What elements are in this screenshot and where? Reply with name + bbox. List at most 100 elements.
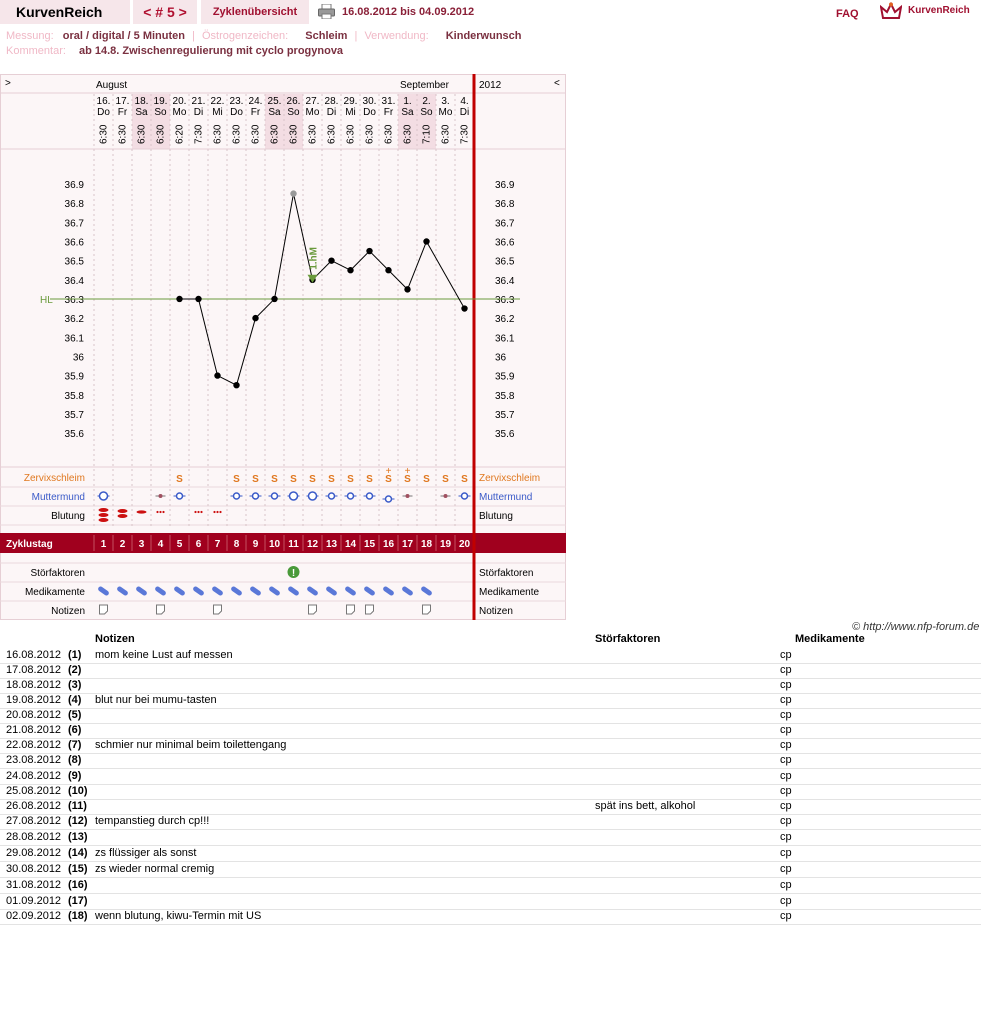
weekday: Mo (439, 107, 453, 118)
measure-time: 6:20 (175, 124, 186, 144)
meta-line-1: Messung: oral / digital / 5 Minuten | Ös… (6, 30, 522, 42)
mumu-open (460, 492, 469, 500)
verwendung-label: Verwendung: (364, 30, 429, 42)
row-medi: cp (780, 895, 792, 907)
zervix-plus: + (405, 466, 411, 477)
row-date: 28.08.2012 (6, 831, 62, 843)
year-label: 2012 (479, 80, 502, 91)
row-medi: cp (780, 800, 792, 812)
table-row: 18.08.2012 (3) cp (0, 678, 981, 694)
row-number: (14) (68, 847, 88, 859)
row-date: 21.08.2012 (6, 724, 62, 736)
weekday: Do (363, 107, 376, 118)
faq-link[interactable]: FAQ (836, 8, 859, 20)
cycle-overview-link[interactable]: Zyklenübersicht (201, 0, 309, 24)
row-number: (10) (68, 785, 88, 797)
zyklustag-number: 10 (269, 539, 281, 550)
zyklustag-number: 13 (326, 539, 338, 550)
weekday: Di (327, 107, 336, 118)
y-tick-right: 36.1 (495, 333, 515, 344)
y-tick-right: 36.3 (495, 295, 515, 306)
row-number: (13) (68, 831, 88, 843)
y-tick-left: 35.7 (65, 410, 85, 421)
medi-label-left: Medikamente (25, 587, 85, 598)
day-number: 17. (116, 96, 130, 107)
table-row: 31.08.2012 (16) cp (0, 878, 981, 894)
y-tick-left: 36.5 (65, 257, 85, 268)
row-note: mom keine Lust auf messen (95, 649, 233, 661)
row-medi: cp (780, 754, 792, 766)
y-tick-left: 36.3 (65, 295, 85, 306)
weekday: Sa (135, 107, 148, 118)
day-number: 27. (306, 96, 320, 107)
day-number: 26. (287, 96, 301, 107)
brand-tab[interactable]: KurvenReich (0, 0, 130, 24)
cycle-nav[interactable]: < # 5 > (133, 0, 197, 24)
row-medi: cp (780, 709, 792, 721)
row-number: (16) (68, 879, 88, 891)
measure-time: 6:30 (251, 124, 262, 144)
mumu-closed-dot (405, 494, 410, 498)
row-date: 22.08.2012 (6, 739, 62, 751)
blood-strong (98, 518, 109, 522)
day-number: 20. (173, 96, 187, 107)
table-row: 26.08.2012 (11) spät ins bett, alkohol cp (0, 799, 981, 815)
row-note: wenn blutung, kiwu-Termin mit US (95, 910, 262, 922)
table-row: 23.08.2012 (8) cp (0, 753, 981, 769)
table-row: 17.08.2012 (2) cp (0, 663, 981, 679)
row-date: 26.08.2012 (6, 800, 62, 812)
zervix-value: S (423, 474, 430, 485)
blood-strong (98, 508, 109, 512)
weekday: Mi (345, 107, 356, 118)
notiz-label-left: Notizen (51, 606, 85, 617)
weekday: So (154, 107, 167, 118)
measure-time: 6:30 (137, 124, 148, 144)
printer-icon[interactable] (318, 4, 335, 19)
table-row: 20.08.2012 (5) cp (0, 708, 981, 724)
weekday: Mi (212, 107, 223, 118)
row-medi: cp (780, 664, 792, 676)
mumu-open (98, 491, 109, 501)
table-row: 25.08.2012 (10) cp (0, 784, 981, 800)
y-tick-right: 35.8 (495, 391, 515, 402)
row-medi: cp (780, 863, 792, 875)
row-medi: cp (780, 724, 792, 736)
day-number: 30. (363, 96, 377, 107)
date-range: 16.08.2012 bis 04.09.2012 (342, 6, 475, 18)
row-number: (5) (68, 709, 82, 721)
blood-spotting (194, 510, 197, 514)
temperature-point-excluded (290, 190, 297, 197)
day-number: 28. (325, 96, 339, 107)
y-tick-right: 36.7 (495, 218, 515, 229)
y-tick-left: 36.6 (65, 237, 85, 248)
row-medi: cp (780, 770, 792, 782)
brand-title: KurvenReich (16, 4, 103, 20)
measure-time: 6:30 (118, 124, 129, 144)
temperature-point (366, 247, 373, 255)
note-icon (213, 604, 222, 615)
notes-header: Notizen (95, 633, 135, 645)
row-medi: cp (780, 910, 792, 922)
zyklustag-number: 7 (215, 539, 221, 550)
row-stoer: spät ins bett, alkohol (595, 800, 696, 812)
hl-label: HL (40, 295, 53, 306)
zervix-value: S (328, 474, 335, 485)
messung-label: Messung: (6, 30, 54, 42)
mumu-open (307, 491, 318, 501)
medi-header: Medikamente (795, 633, 865, 645)
blood-spotting (162, 510, 165, 514)
y-tick-left: 36.8 (65, 199, 85, 210)
blood-medium (117, 514, 128, 518)
blood-spotting (197, 510, 200, 514)
mumu-open (365, 492, 374, 500)
y-tick-left: 36.7 (65, 218, 85, 229)
temperature-point (423, 238, 430, 245)
temperature-point (195, 295, 202, 303)
row-date: 19.08.2012 (6, 694, 62, 706)
zyklustag-number: 19 (440, 539, 452, 550)
note-icon (365, 604, 374, 615)
row-date: 23.08.2012 (6, 754, 62, 766)
zyklustag-number: 18 (421, 539, 433, 550)
notiz-label-right: Notizen (479, 606, 513, 617)
y-tick-left: 36.1 (65, 333, 85, 344)
